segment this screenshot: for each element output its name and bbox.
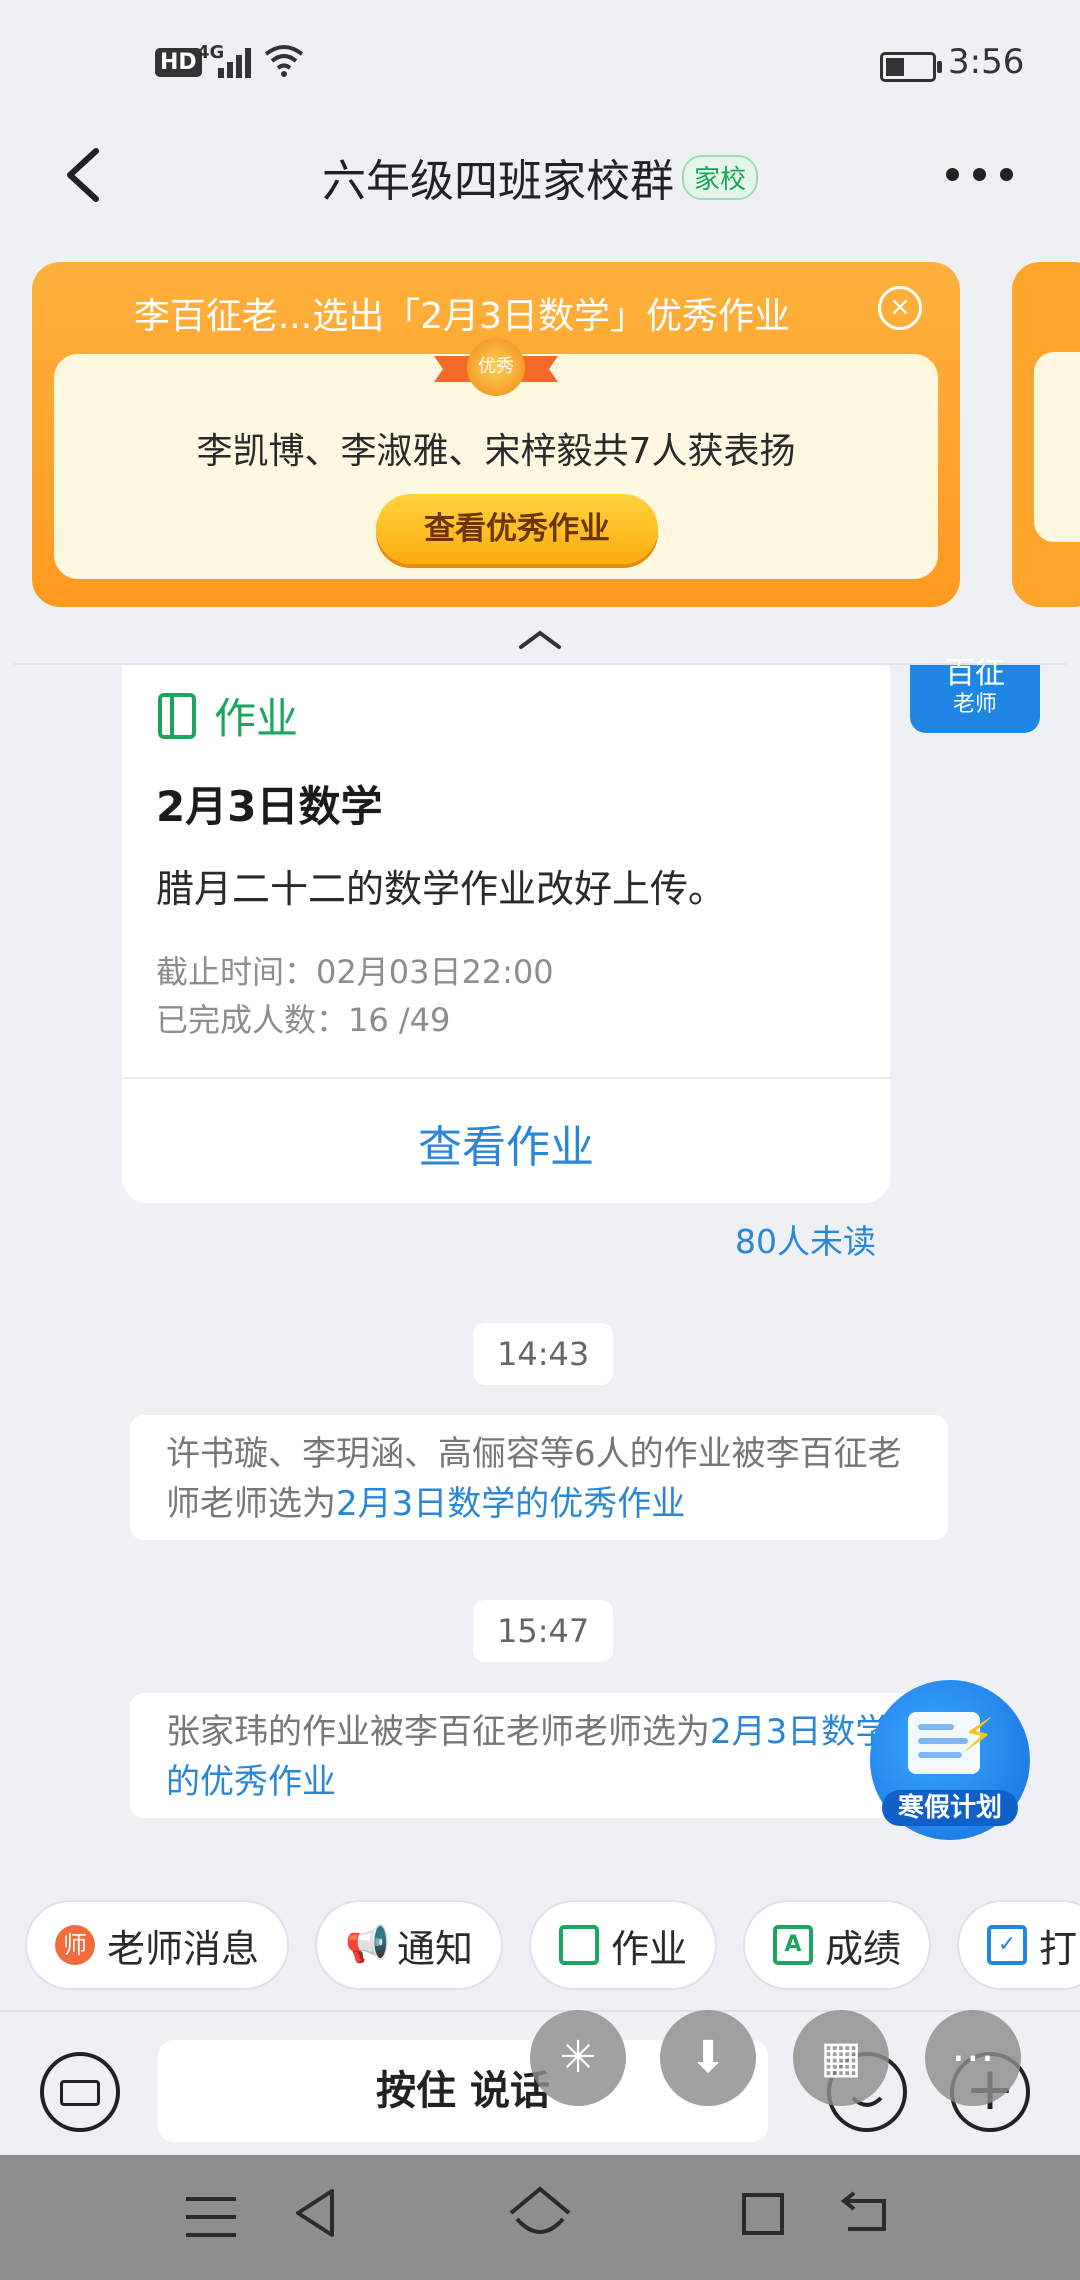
banner-card: 优秀 李凯博、李淑雅、宋梓毅共7人获表扬 查看优秀作业: [54, 338, 938, 579]
home-icon[interactable]: [505, 2183, 575, 2243]
medal-icon: 优秀: [434, 338, 558, 398]
praised-students: 李凯博、李淑雅、宋梓毅共7人获表扬: [196, 431, 796, 472]
homework-link[interactable]: 2月3日数学的优秀作业: [336, 1484, 685, 1524]
tab-checkin[interactable]: ✓ 打: [957, 1900, 1080, 1990]
status-time: 3:56: [948, 42, 1025, 82]
homework-card[interactable]: 作业 2月3日数学 腊月二十二的数学作业改好上传。 截止时间：02月03日22:…: [122, 665, 890, 1203]
recent-apps-icon[interactable]: [742, 2193, 784, 2235]
unread-count[interactable]: 80人未读: [735, 1215, 876, 1263]
timestamp: 14:43: [473, 1323, 614, 1385]
excellent-homework-banner: 李百征老...选出「2月3日数学」优秀作业 × 优秀 李凯博、李淑雅、宋梓毅共7…: [32, 262, 960, 607]
close-icon[interactable]: ×: [878, 286, 922, 330]
status-bar: HD 4G 3:56: [0, 0, 1080, 130]
nav-back-icon[interactable]: [292, 2187, 336, 2239]
divider: [122, 1077, 890, 1079]
tab-scores[interactable]: A 成绩: [743, 1900, 932, 1990]
tab-homework[interactable]: 作业: [529, 1900, 718, 1990]
megaphone-icon: 📢: [345, 1924, 390, 1965]
rotate-back-icon[interactable]: [840, 2189, 894, 2235]
banner-title: 李百征老...选出「2月3日数学」优秀作业: [133, 296, 791, 337]
tab-notice[interactable]: 📢 通知: [315, 1900, 504, 1990]
tab-label: 成绩: [825, 1926, 902, 1971]
system-message: 许书璇、李玥涵、高俪容等6人的作业被李百征老师老师选为2月3日数学的优秀作业: [130, 1415, 948, 1540]
homework-type: 作业: [214, 694, 299, 743]
score-icon: A: [773, 1925, 814, 1965]
homework-icon: [559, 1925, 600, 1965]
winter-plan-button[interactable]: ⚡ 寒假计划: [870, 1680, 1030, 1840]
tab-label: 老师消息: [107, 1926, 260, 1971]
winter-plan-label: 寒假计划: [882, 1790, 1018, 1826]
tab-teacher-messages[interactable]: 师 老师消息: [25, 1900, 290, 1990]
page-title: 六年级四班家校群 家校: [0, 145, 1080, 209]
screenshot-fab-icon[interactable]: ✳: [530, 2010, 626, 2106]
message-text: 张家玮的作业被李百征老师老师选为: [166, 1712, 710, 1752]
download-fab-icon[interactable]: ⬇: [660, 2010, 756, 2106]
timestamp: 15:47: [473, 1600, 614, 1662]
tab-label: 作业: [611, 1926, 688, 1971]
teacher-icon: 师: [55, 1925, 95, 1965]
view-excellent-homework-button[interactable]: 查看优秀作业: [376, 494, 658, 564]
system-nav-bar: [0, 2155, 1080, 2280]
keyboard-icon[interactable]: [40, 2052, 120, 2132]
chevron-up-icon[interactable]: [515, 625, 565, 655]
more-fab-icon[interactable]: ⋯: [925, 2010, 1021, 2106]
more-options-icon[interactable]: [940, 160, 1020, 190]
system-message: 张家玮的作业被李百征老师老师选为2月3日数学的优秀作业: [130, 1693, 948, 1818]
view-homework-button[interactable]: 查看作业: [122, 1111, 890, 1175]
homework-deadline: 截止时间：02月03日22:00: [156, 953, 554, 991]
teacher-role: 老师: [952, 692, 997, 717]
quick-tabs: 师 老师消息 📢 通知 作业 A 成绩 ✓ 打: [25, 1900, 1080, 1990]
next-banner-peek[interactable]: [1012, 262, 1080, 607]
homework-icon: [158, 692, 196, 739]
homework-completed-count: 已完成人数：16 /49: [156, 1001, 451, 1039]
hd-indicator: HD: [155, 48, 202, 77]
menu-icon[interactable]: [186, 2197, 236, 2237]
homework-description: 腊月二十二的数学作业改好上传。: [156, 867, 727, 911]
group-tag: 家校: [681, 154, 758, 200]
teacher-avatar[interactable]: 百征 老师: [910, 659, 1040, 733]
grid-fab-icon[interactable]: ▦: [793, 2010, 889, 2106]
homework-card-header: 作业: [158, 685, 298, 746]
group-name: 六年级四班家校群: [321, 156, 674, 207]
signal-icon: [218, 48, 254, 78]
tab-label: 通知: [397, 1926, 474, 1971]
medal-label: 优秀: [467, 338, 525, 396]
teacher-name: 百征: [945, 656, 1005, 691]
calendar-check-icon: ✓: [987, 1925, 1028, 1965]
tab-label: 打: [1039, 1926, 1078, 1971]
lightning-icon: ⚡: [962, 1708, 995, 1762]
homework-title: 2月3日数学: [156, 782, 383, 831]
battery-icon: [880, 52, 942, 82]
wifi-icon: [264, 45, 304, 77]
